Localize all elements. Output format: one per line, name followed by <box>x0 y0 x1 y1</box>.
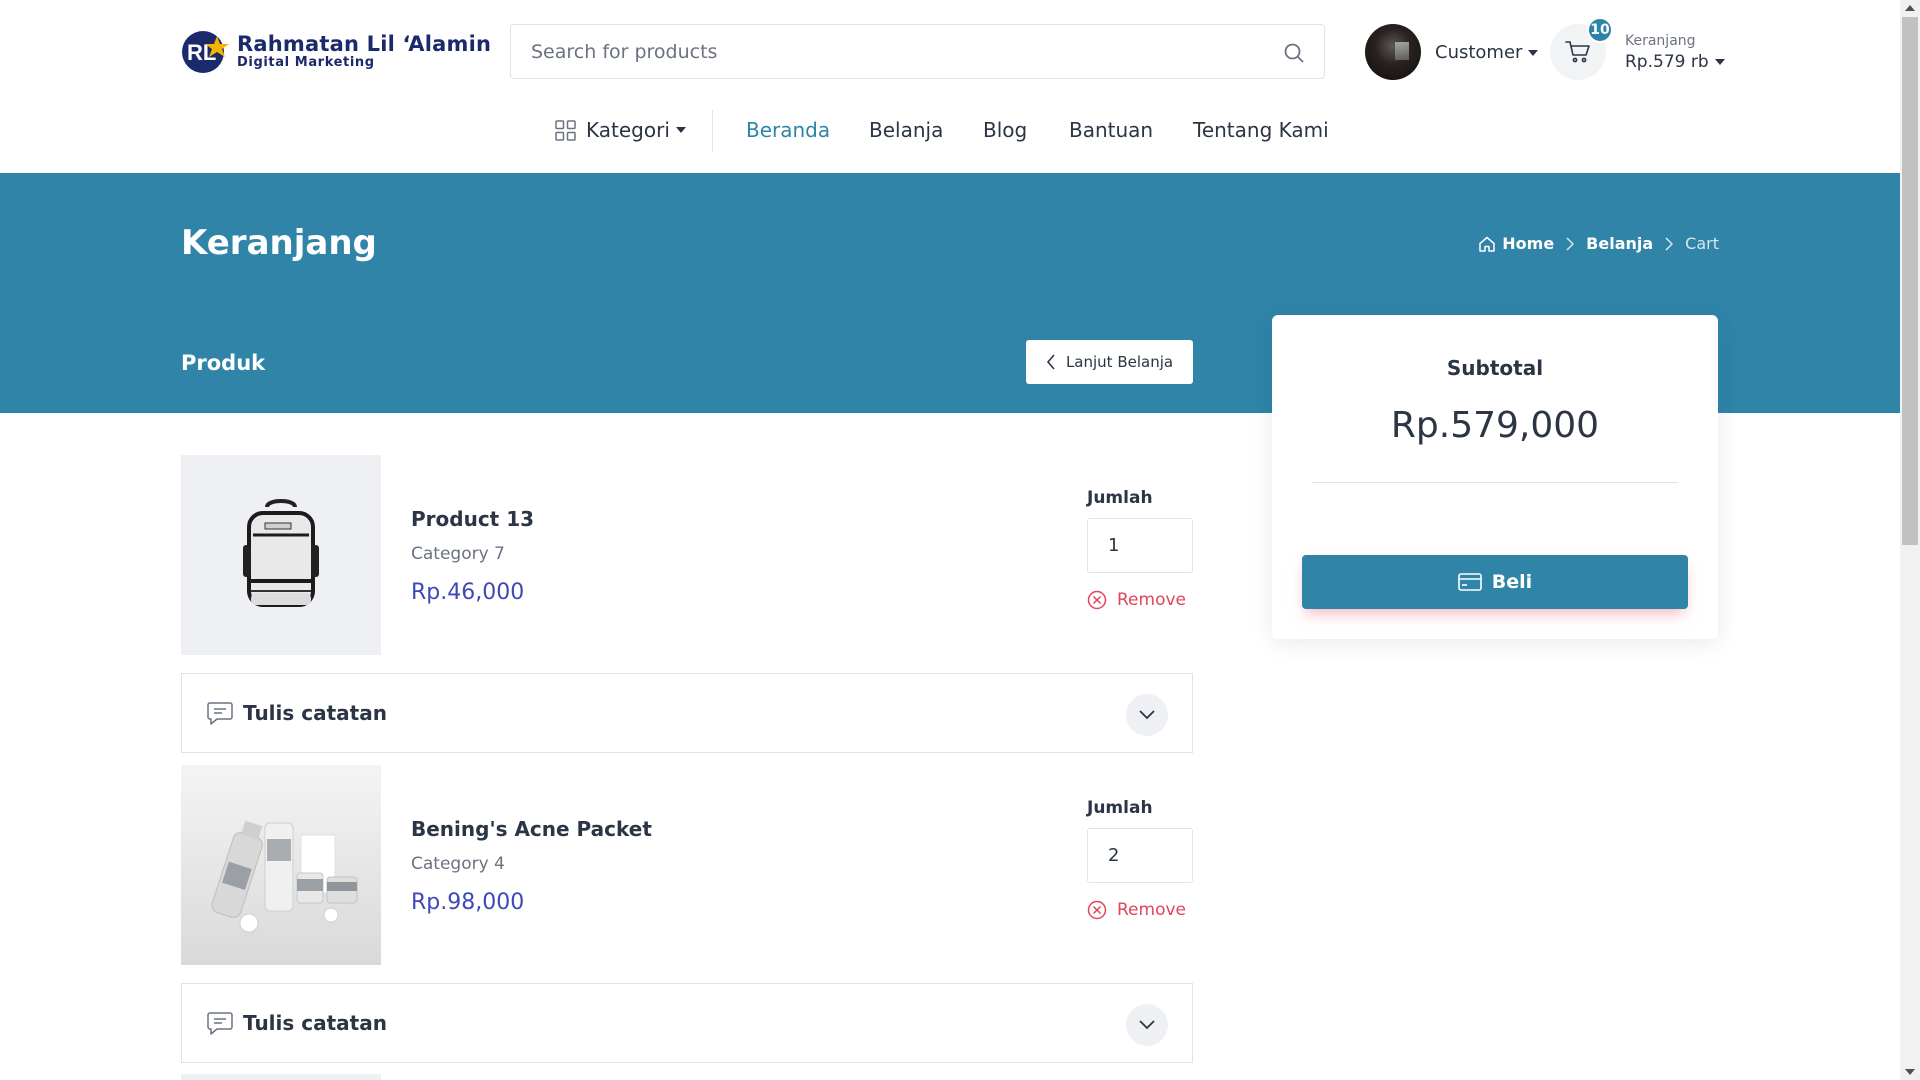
account-menu[interactable]: Customer <box>1365 24 1539 80</box>
remove-label: Remove <box>1117 590 1186 610</box>
order-summary-card: Subtotal Rp.579,000 Beli <box>1272 315 1718 639</box>
quantity-label: Jumlah <box>1087 488 1153 508</box>
expand-toggle[interactable] <box>1126 1004 1168 1046</box>
continue-shopping-label: Lanjut Belanja <box>1065 353 1174 371</box>
search-icon[interactable] <box>1282 41 1306 65</box>
credit-card-icon <box>1457 573 1482 591</box>
close-circle-icon <box>1087 590 1107 610</box>
skincare-products-image[interactable] <box>181 765 381 965</box>
product-category: Category 4 <box>411 854 505 874</box>
caret-down-icon <box>1528 49 1539 56</box>
breadcrumb-cart: Cart <box>1685 234 1719 253</box>
buy-button[interactable]: Beli <box>1302 555 1688 609</box>
product-price: Rp.98,000 <box>411 890 525 915</box>
chevron-down-icon <box>1139 1020 1155 1030</box>
cart-button[interactable]: 10 <box>1550 17 1613 80</box>
nav-item-bantuan[interactable]: Bantuan <box>1069 118 1153 142</box>
nav-item-tentang-kami[interactable]: Tentang Kami <box>1193 118 1329 142</box>
product-category: Category 7 <box>411 544 505 564</box>
cart-menu[interactable]: 10 Keranjang Rp.579 rb <box>1550 17 1725 80</box>
caret-down-icon <box>1714 58 1725 65</box>
breadcrumb-home[interactable]: Home <box>1502 234 1554 253</box>
cart-total[interactable]: Rp.579 rb <box>1625 52 1725 72</box>
brand-subtitle: Digital Marketing <box>237 54 375 70</box>
section-label-produk: Produk <box>181 351 266 375</box>
cart-item-image-partial <box>181 1074 381 1080</box>
product-name[interactable]: Bening's Acne Packet <box>411 817 652 841</box>
chevron-left-icon <box>1046 354 1055 370</box>
nav-item-belanja[interactable]: Belanja <box>869 118 943 142</box>
breadcrumb: Home Belanja Cart <box>1478 234 1719 253</box>
quantity-input[interactable] <box>1087 828 1193 883</box>
note-label: Tulis catatan <box>243 1011 387 1035</box>
nav-kategori-label: Kategori <box>586 118 670 142</box>
scrollbar-thumb[interactable] <box>1902 17 1918 545</box>
avatar[interactable] <box>1365 24 1421 80</box>
page-title: Keranjang <box>181 223 377 263</box>
logo-mark-icon: RL <box>181 26 231 76</box>
chat-icon <box>207 1012 233 1035</box>
note-accordion[interactable]: Tulis catatan <box>181 673 1193 753</box>
chat-icon <box>207 702 233 725</box>
chevron-right-icon <box>1566 236 1575 251</box>
caret-down-icon <box>675 127 686 133</box>
cart-count-badge: 10 <box>1587 17 1613 43</box>
vertical-scrollbar[interactable] <box>1900 0 1920 1080</box>
scroll-down-arrow-icon[interactable] <box>1905 1069 1915 1075</box>
continue-shopping-button[interactable]: Lanjut Belanja <box>1026 340 1193 384</box>
account-label[interactable]: Customer <box>1435 42 1539 63</box>
remove-label: Remove <box>1117 900 1186 920</box>
cart-label: Keranjang <box>1625 32 1696 49</box>
cart-icon <box>1565 41 1590 63</box>
subtotal-label: Subtotal <box>1446 356 1544 380</box>
quantity-label: Jumlah <box>1087 798 1153 818</box>
remove-button[interactable]: Remove <box>1087 900 1186 920</box>
brand-logo[interactable]: RL Rahmatan Lil ‘Alamin Digital Marketin… <box>181 26 491 76</box>
chevron-right-icon <box>1665 236 1674 251</box>
nav-kategori-dropdown[interactable]: Kategori <box>555 118 686 142</box>
remove-button[interactable]: Remove <box>1087 590 1186 610</box>
nav-item-blog[interactable]: Blog <box>983 118 1027 142</box>
nav-item-beranda[interactable]: Beranda <box>746 118 830 142</box>
search-input[interactable] <box>511 25 1324 78</box>
site-header: RL Rahmatan Lil ‘Alamin Digital Marketin… <box>0 0 1900 173</box>
note-accordion[interactable]: Tulis catatan <box>181 983 1193 1063</box>
grid-icon <box>555 119 576 141</box>
brand-title: Rahmatan Lil ‘Alamin <box>237 31 492 56</box>
cart-item: Product 13 Category 7 Rp.46,000 Jumlah R… <box>181 455 1193 655</box>
product-price: Rp.46,000 <box>411 580 525 605</box>
expand-toggle[interactable] <box>1126 694 1168 736</box>
summary-divider <box>1312 482 1678 483</box>
buy-label: Beli <box>1491 571 1533 593</box>
scroll-up-arrow-icon[interactable] <box>1905 5 1915 11</box>
search-bar <box>510 24 1325 79</box>
nav-divider <box>712 110 713 152</box>
product-name[interactable]: Product 13 <box>411 507 534 531</box>
main-nav: Kategori Beranda Belanja Blog Bantuan Te… <box>0 110 1900 152</box>
cart-item: Bening's Acne Packet Category 4 Rp.98,00… <box>181 765 1193 965</box>
note-label: Tulis catatan <box>243 701 387 725</box>
subtotal-amount: Rp.579,000 <box>1390 405 1600 446</box>
breadcrumb-belanja[interactable]: Belanja <box>1586 234 1653 253</box>
home-icon <box>1479 236 1496 252</box>
chevron-down-icon <box>1139 710 1155 720</box>
close-circle-icon <box>1087 900 1107 920</box>
backpack-image[interactable] <box>181 455 381 655</box>
quantity-input[interactable] <box>1087 518 1193 573</box>
